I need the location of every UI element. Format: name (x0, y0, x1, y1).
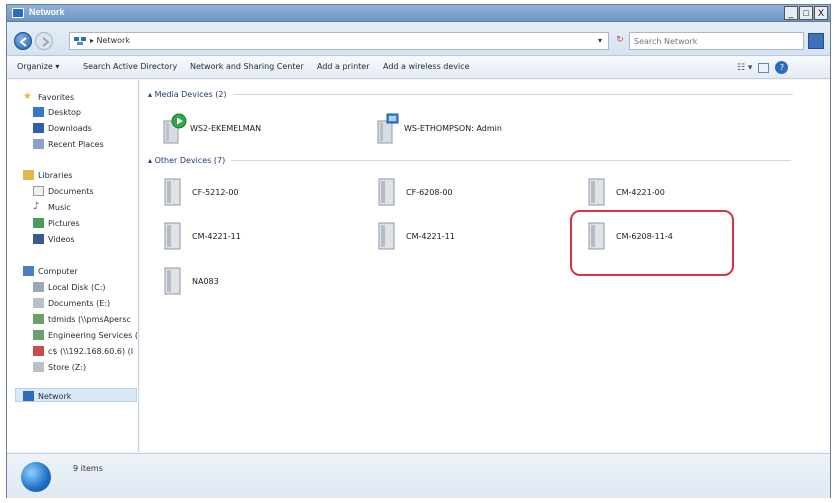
network-sharing-center-button[interactable]: Network and Sharing Center (190, 62, 304, 71)
close-button[interactable]: X (814, 6, 828, 20)
search-icon[interactable] (808, 33, 824, 49)
server-icon (588, 177, 606, 207)
minimize-button[interactable]: _ (784, 6, 798, 20)
arrow-right-icon (42, 37, 50, 47)
device-label: CM-4221-11 (192, 231, 241, 241)
network-icon (23, 391, 34, 401)
videos-icon (33, 234, 44, 244)
window-controls: _ □ X (783, 6, 828, 20)
server-icon (164, 221, 182, 251)
nav-computer[interactable]: Computer (23, 266, 78, 276)
nav-local-disk[interactable]: Local Disk (C:) (33, 282, 106, 292)
server-icon (164, 177, 182, 207)
explorer-window: Network _ □ X ▸ Network ▾ ↻ Search Netwo… (6, 4, 831, 498)
add-printer-button[interactable]: Add a printer (317, 62, 369, 71)
title-bar: Network _ □ X (7, 5, 830, 22)
drive-icon (33, 298, 44, 308)
nav-videos[interactable]: Videos (33, 234, 75, 244)
network-drive-icon (33, 330, 44, 340)
network-drive-icon (33, 314, 44, 324)
disconnected-drive-icon (33, 346, 44, 356)
maximize-button[interactable]: □ (799, 6, 813, 20)
server-icon (378, 221, 396, 251)
group-header-media[interactable]: ▴ Media Devices (2) (148, 90, 793, 99)
nav-downloads[interactable]: Downloads (33, 123, 92, 133)
pictures-icon (33, 218, 44, 228)
address-field[interactable]: ▸ Network ▾ (69, 32, 609, 50)
device-label: CM-4221-11 (406, 231, 455, 241)
device-label: NA083 (192, 276, 219, 286)
help-icon[interactable]: ? (775, 61, 789, 74)
drive-icon (33, 362, 44, 372)
search-active-directory-button[interactable]: Search Active Directory (83, 62, 177, 71)
hard-drive-icon (33, 282, 44, 292)
window-title: Network (29, 7, 65, 17)
refresh-button[interactable]: ↻ (611, 32, 629, 50)
device-item[interactable]: CM-4221-11 (164, 216, 241, 256)
address-path: ▸ Network (90, 36, 130, 45)
server-icon (378, 177, 396, 207)
device-item[interactable]: CM-4221-00 (588, 172, 665, 212)
star-icon: ★ (23, 91, 32, 102)
nav-network[interactable]: Network (23, 391, 71, 401)
content-pane: ▴ Media Devices (2) WS2-EKEMELMAN WS-ETH… (140, 80, 830, 452)
network-icon (74, 37, 86, 45)
network-app-icon (12, 8, 24, 18)
network-globe-icon (21, 462, 51, 492)
media-device-item[interactable]: WS-ETHOMPSON: Admin (376, 108, 502, 148)
navigation-pane: ★ Favorites Desktop Downloads Recent Pla… (7, 80, 139, 452)
view-options-button[interactable]: ☷ ▾ (737, 63, 752, 73)
media-device-item[interactable]: WS2-EKEMELMAN (162, 108, 261, 148)
address-bar-area: ▸ Network ▾ ↻ (7, 22, 830, 56)
music-icon: ♪ (33, 201, 40, 212)
device-item[interactable]: CF-6208-00 (378, 172, 453, 212)
nav-desktop[interactable]: Desktop (33, 107, 81, 117)
device-label: CM-4221-00 (616, 187, 665, 197)
device-label: CF-5212-00 (192, 187, 239, 197)
forward-button[interactable] (35, 32, 53, 50)
nav-favorites[interactable]: ★ Favorites (23, 92, 74, 102)
device-label: WS-ETHOMPSON: Admin (404, 123, 502, 133)
libraries-icon (23, 170, 34, 180)
device-label: CF-6208-00 (406, 187, 453, 197)
server-icon (164, 266, 182, 296)
documents-icon (33, 186, 44, 196)
chevron-down-icon[interactable]: ▾ (598, 36, 602, 45)
media-server-icon (162, 113, 187, 144)
nav-documents-drive[interactable]: Documents (E:) (33, 298, 110, 308)
preview-pane-icon[interactable] (758, 62, 770, 73)
nav-engineering-services[interactable]: Engineering Services ( (33, 330, 138, 340)
nav-recent-places[interactable]: Recent Places (33, 139, 104, 149)
nav-libraries[interactable]: Libraries (23, 170, 73, 180)
nav-network-share-1[interactable]: tdmids (\\pmsApersc (33, 314, 131, 324)
group-header-other[interactable]: ▴ Other Devices (7) (148, 156, 792, 165)
nav-documents[interactable]: Documents (33, 186, 94, 196)
nav-store[interactable]: Store (Z:) (33, 362, 86, 372)
desktop-icon (33, 107, 44, 117)
computer-icon (23, 266, 34, 276)
highlight-annotation (570, 210, 734, 276)
view-controls: ☷ ▾ ? (737, 61, 789, 74)
search-input[interactable] (630, 33, 780, 49)
downloads-icon (33, 123, 44, 133)
arrow-left-icon (19, 37, 27, 47)
back-button[interactable] (14, 32, 32, 50)
device-item[interactable]: CM-4221-11 (378, 216, 455, 256)
nav-cs-share[interactable]: c$ (\\192.168.60.6) (I (33, 346, 133, 356)
item-count: 9 items (73, 464, 103, 473)
nav-music[interactable]: ♪ Music (33, 202, 71, 212)
add-wireless-device-button[interactable]: Add a wireless device (383, 62, 470, 71)
recent-places-icon (33, 139, 44, 149)
search-field[interactable] (629, 32, 804, 50)
media-server-icon (376, 113, 399, 144)
status-bar: 9 items (7, 453, 830, 498)
nav-pictures[interactable]: Pictures (33, 218, 80, 228)
command-bar: Organize ▾ Search Active Directory Netwo… (7, 57, 830, 79)
organize-button[interactable]: Organize ▾ (17, 62, 59, 71)
device-label: WS2-EKEMELMAN (190, 123, 262, 133)
device-item[interactable]: CF-5212-00 (164, 172, 239, 212)
device-item[interactable]: NA083 (164, 261, 219, 301)
